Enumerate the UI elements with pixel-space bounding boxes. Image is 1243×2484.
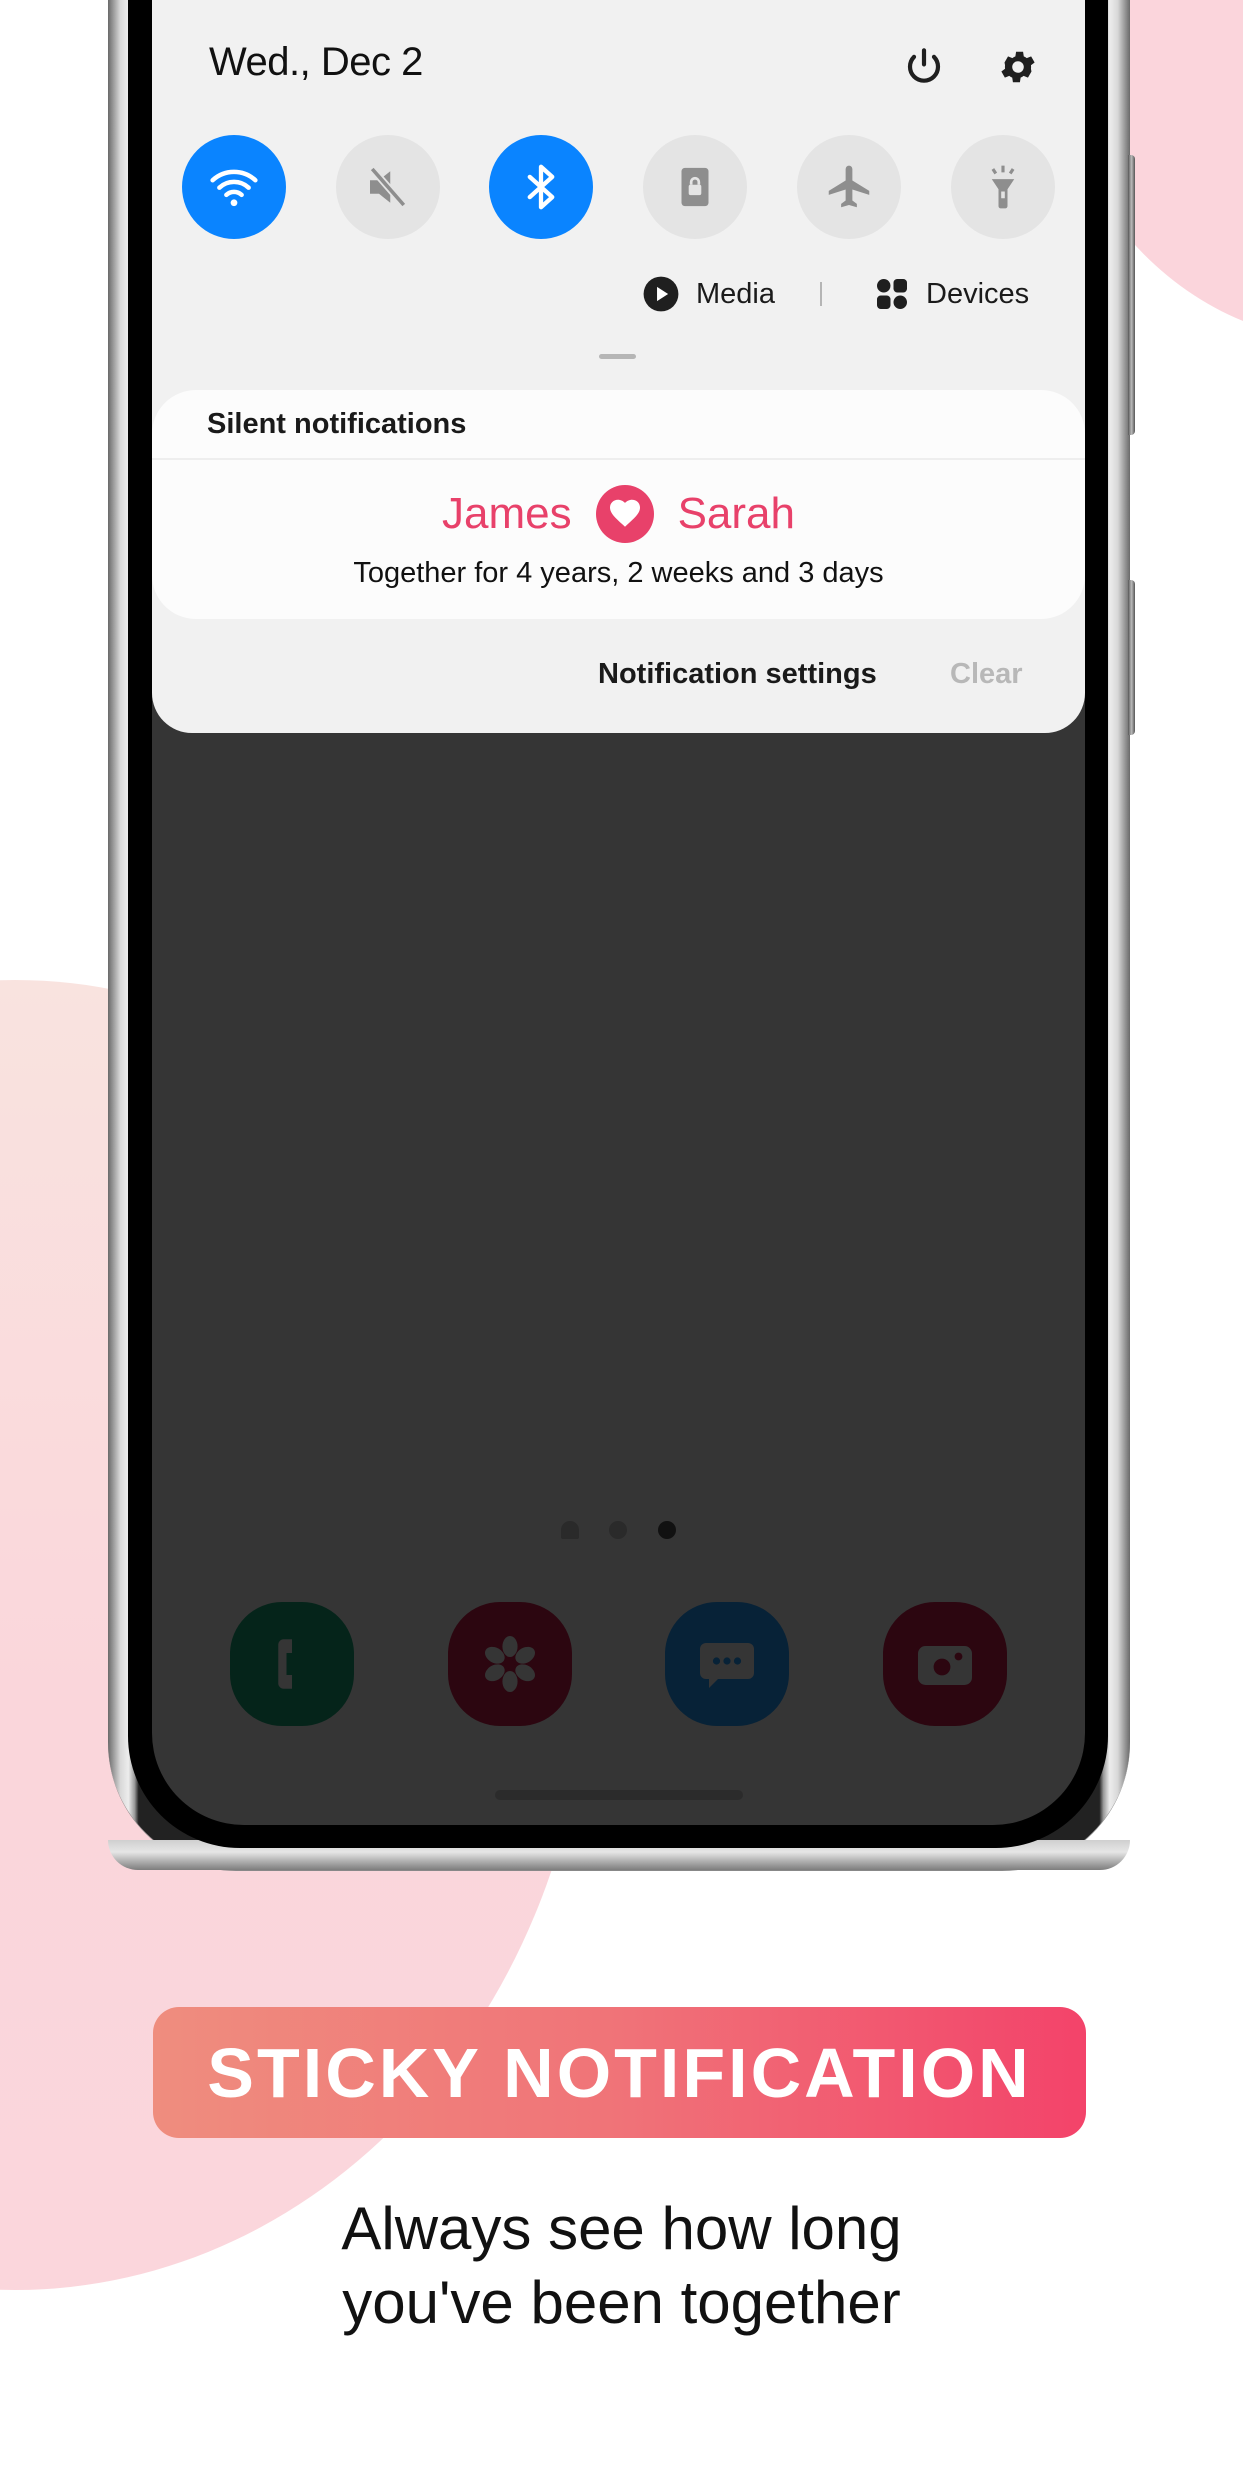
couple-names: James Sarah (152, 484, 1085, 544)
tagline-line-2: you've been together (342, 2269, 901, 2336)
media-label: Media (696, 277, 775, 310)
feature-banner: STICKY NOTIFICATION (153, 2007, 1086, 2138)
tagline-line-1: Always see how long (341, 2195, 902, 2262)
camera-icon (918, 1646, 972, 1685)
bluetooth-tile[interactable] (489, 135, 593, 239)
airplane-icon (828, 165, 870, 208)
notification-card[interactable]: Silent notifications James Sarah Togethe… (152, 390, 1085, 619)
dock-messages[interactable] (665, 1602, 789, 1726)
heart-icon (595, 485, 654, 543)
home-page-indicator[interactable] (561, 1521, 579, 1539)
message-icon (700, 1643, 754, 1688)
name-right: Sarah (677, 489, 795, 538)
flashlight-icon (991, 165, 1015, 209)
phone-icon (278, 1639, 292, 1689)
quick-panel: Wed., Dec 2 Media Devices Silent notific… (152, 0, 1085, 733)
media-button[interactable]: Media (642, 274, 775, 314)
wifi-tile[interactable] (182, 135, 286, 239)
play-icon (643, 276, 679, 312)
page-indicator-dot-active[interactable] (658, 1521, 676, 1539)
bluetooth-icon (527, 164, 555, 210)
sound-tile[interactable] (336, 135, 440, 239)
panel-drag-handle[interactable] (599, 354, 636, 359)
airplane-tile[interactable] (797, 135, 901, 239)
gear-icon[interactable] (997, 46, 1039, 88)
dock-phone[interactable] (230, 1602, 354, 1726)
devices-button[interactable]: Devices (874, 274, 1029, 314)
secure-folder-tile[interactable] (643, 135, 747, 239)
dock-gallery[interactable] (448, 1602, 572, 1726)
volume-button (1128, 155, 1135, 435)
flower-icon (484, 1636, 536, 1692)
lock-icon (681, 167, 709, 207)
quick-bar-separator (820, 282, 822, 306)
feature-banner-title: STICKY NOTIFICATION (207, 2033, 1032, 2112)
wifi-icon (210, 169, 258, 207)
devices-icon (877, 279, 907, 309)
navigation-gesture-bar[interactable] (495, 1790, 743, 1800)
clear-button[interactable]: Clear (950, 658, 1023, 691)
mute-icon (369, 166, 407, 208)
flashlight-tile[interactable] (951, 135, 1055, 239)
side-key (1128, 580, 1135, 735)
date-label: Wed., Dec 2 (209, 40, 423, 84)
card-divider (152, 458, 1085, 460)
phone-screen: Wed., Dec 2 Media Devices Silent notific… (152, 0, 1085, 1825)
dock-camera[interactable] (883, 1602, 1007, 1726)
relationship-duration: Together for 4 years, 2 weeks and 3 days (353, 557, 884, 589)
name-left: James (441, 489, 572, 538)
notification-group-title: Silent notifications (207, 408, 467, 440)
tagline: Always see how long you've been together (0, 2192, 1243, 2340)
page-indicator-dot[interactable] (609, 1521, 627, 1539)
devices-label: Devices (926, 277, 1030, 310)
notification-settings-button[interactable]: Notification settings (598, 658, 877, 691)
power-icon[interactable] (903, 46, 945, 88)
